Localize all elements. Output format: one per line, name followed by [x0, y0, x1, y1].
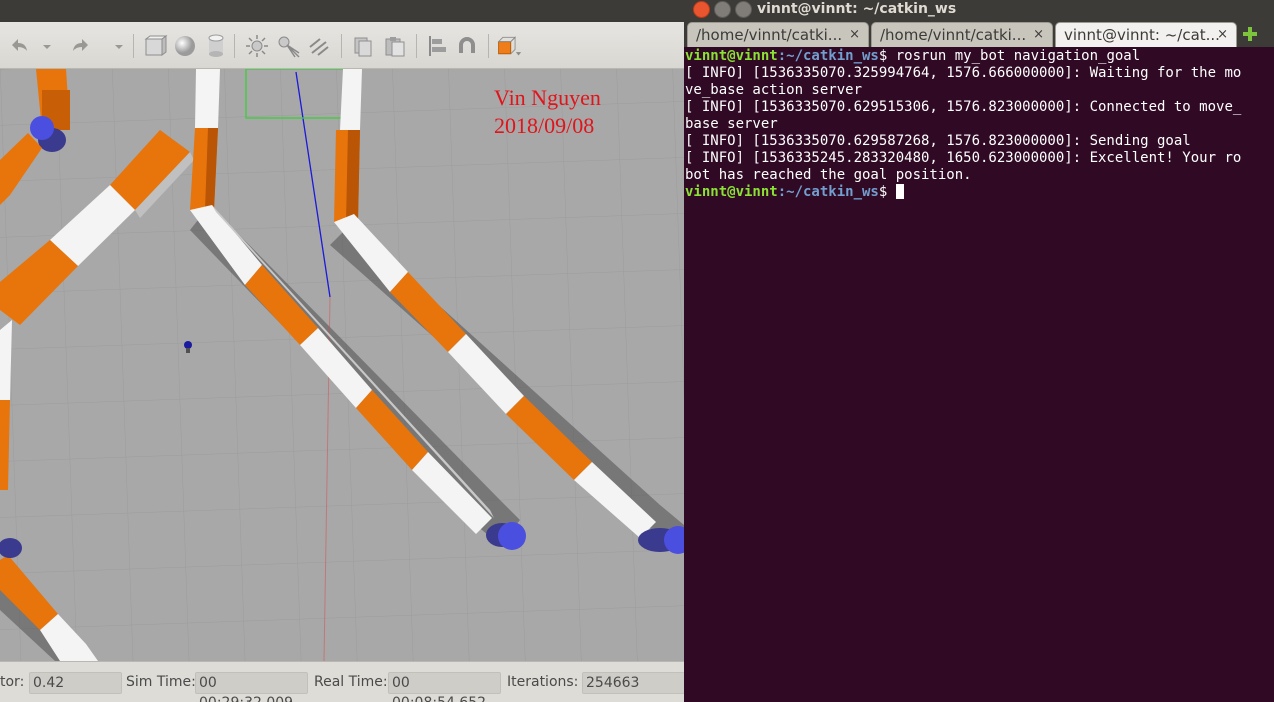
gazebo-status-bar: tor: 0.42 Sim Time: 00 00:29:32.009 Real…: [0, 661, 684, 702]
paste-icon[interactable]: [382, 33, 408, 59]
gazebo-toolbar: [0, 22, 684, 69]
box-shape-icon[interactable]: [142, 33, 168, 59]
minimize-window-button[interactable]: [714, 1, 731, 18]
terminal-line: base server: [685, 116, 778, 132]
terminal-line: ve_base action server: [685, 82, 863, 98]
watermark-date: 2018/09/08: [494, 113, 595, 138]
real-time-label: Real Time:: [314, 674, 388, 690]
terminal-line: [ INFO] [1536335070.325994764, 1576.6660…: [685, 65, 1242, 81]
terminal-output[interactable]: vinnt@vinnt:~/catkin_ws$ rosrun my_bot n…: [685, 48, 1274, 702]
watermark-text: Vin Nguyen 2018/09/08: [494, 84, 601, 140]
command-text: $: [878, 184, 896, 200]
toolbar-separator: [341, 34, 342, 58]
directional-light-icon[interactable]: [306, 33, 332, 59]
sphere-shape-icon[interactable]: [172, 33, 198, 59]
terminal-tab-active[interactable]: vinnt@vinnt: ~/cat... ×: [1055, 22, 1237, 47]
redo-dropdown-icon[interactable]: [106, 33, 123, 59]
iterations-label: Iterations:: [507, 674, 579, 690]
tab-close-icon[interactable]: ×: [1217, 23, 1228, 47]
undo-icon[interactable]: [6, 33, 32, 59]
redo-icon[interactable]: [68, 33, 94, 59]
watermark-name: Vin Nguyen: [494, 85, 601, 110]
terminal-line: [ INFO] [1536335245.283320480, 1650.6230…: [685, 150, 1242, 166]
toolbar-separator: [234, 34, 235, 58]
tab-close-icon[interactable]: ×: [1033, 23, 1044, 47]
tab-label: vinnt@vinnt: ~/cat...: [1064, 26, 1220, 44]
terminal-tab[interactable]: /home/vinnt/catki... ×: [687, 22, 869, 47]
world-render: [0, 69, 684, 661]
align-icon[interactable]: [424, 33, 450, 59]
point-light-icon[interactable]: [244, 33, 270, 59]
terminal-line: vinnt@vinnt:~/catkin_ws$ rosrun my_bot n…: [685, 48, 1274, 65]
gazebo-window: Vin Nguyen 2018/09/08 tor: 0.42 Sim Time…: [0, 0, 684, 702]
prompt-path: :~/catkin_ws: [777, 48, 879, 64]
3d-scene-viewport[interactable]: [0, 69, 684, 661]
prompt-user: vinnt@vinnt: [685, 184, 778, 200]
gazebo-titlebar: [0, 0, 684, 22]
prompt-user: vinnt@vinnt: [685, 48, 778, 64]
snap-icon[interactable]: [454, 33, 480, 59]
tab-close-icon[interactable]: ×: [849, 23, 860, 47]
spot-light-icon[interactable]: [275, 33, 301, 59]
real-time-factor-value: 0.42: [29, 672, 122, 694]
terminal-tab-bar: /home/vinnt/catki... × /home/vinnt/catki…: [684, 19, 1274, 47]
text-cursor: [895, 184, 904, 199]
cylinder-shape-icon[interactable]: [203, 33, 229, 59]
command-text: $ rosrun my_bot navigation_goal: [878, 48, 1141, 64]
terminal-window: vinnt@vinnt: ~/catkin_ws /home/vinnt/cat…: [684, 0, 1274, 702]
view-angle-icon[interactable]: [496, 33, 526, 59]
close-window-button[interactable]: [693, 1, 710, 18]
terminal-line: vinnt@vinnt:~/catkin_ws$: [685, 184, 1274, 201]
real-time-factor-label: tor:: [0, 674, 25, 690]
terminal-line: bot has reached the goal position.: [685, 167, 972, 183]
maximize-window-button[interactable]: [735, 1, 752, 18]
terminal-titlebar: vinnt@vinnt: ~/catkin_ws: [684, 0, 1274, 19]
sim-time-value: 00 00:29:32.009: [195, 672, 308, 702]
undo-dropdown-icon[interactable]: [34, 33, 51, 59]
toolbar-separator: [133, 34, 134, 58]
toolbar-separator: [488, 34, 489, 58]
new-tab-icon[interactable]: [1241, 25, 1259, 43]
copy-icon[interactable]: [350, 33, 376, 59]
terminal-tab[interactable]: /home/vinnt/catki... ×: [871, 22, 1053, 47]
terminal-line: [ INFO] [1536335070.629587268, 1576.8230…: [685, 133, 1191, 149]
terminal-title: vinnt@vinnt: ~/catkin_ws: [757, 1, 957, 17]
tab-label: /home/vinnt/catki...: [696, 26, 843, 44]
tab-label: /home/vinnt/catki...: [880, 26, 1027, 44]
terminal-line: [ INFO] [1536335070.629515306, 1576.8230…: [685, 99, 1242, 115]
iterations-value: 254663: [582, 672, 684, 694]
prompt-path: :~/catkin_ws: [777, 184, 879, 200]
real-time-value: 00 00:08:54.652: [388, 672, 501, 702]
toolbar-separator: [416, 34, 417, 58]
sim-time-label: Sim Time:: [126, 674, 196, 690]
